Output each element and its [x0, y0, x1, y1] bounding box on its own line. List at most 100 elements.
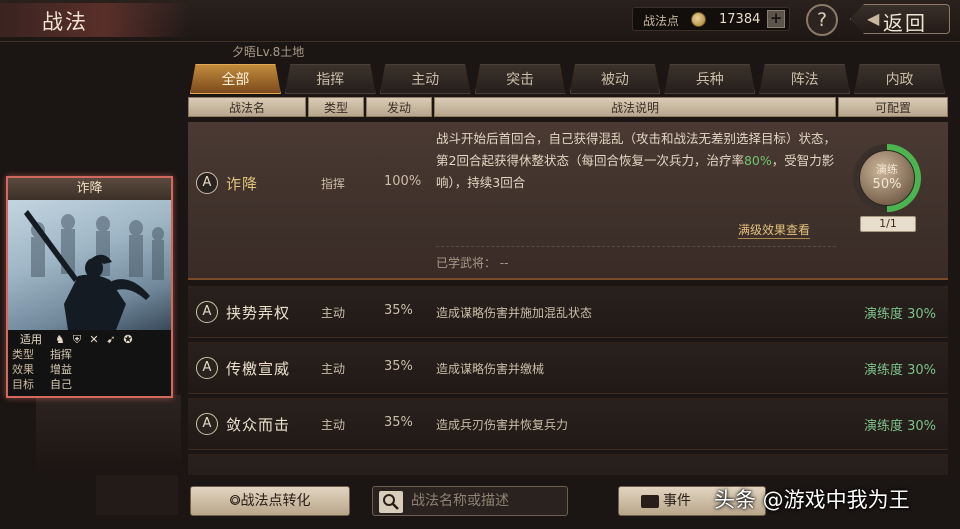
skill-row[interactable]: A 挟势弄权 主动 35% 造成谋略伤害并施加混乱状态 演练度 30%	[188, 286, 948, 338]
card-title: 诈降	[8, 178, 171, 200]
page-title: 战法	[42, 10, 88, 34]
skill-rate: 100%	[384, 174, 422, 189]
proficiency: 演练度 30%	[863, 307, 936, 322]
column-header-description: 战法说明	[434, 97, 836, 117]
effect-label: 效果	[12, 363, 34, 376]
skill-rate: 35%	[384, 303, 413, 318]
column-headers: 战法名 类型 发动 战法说明 可配置	[188, 97, 948, 117]
effect-row: 效果 增益	[12, 362, 167, 377]
skill-card[interactable]: 诈降 适用 ♞ ⛨ ✕ ➹ ✪ 类型 指挥 效果 增益 目标 自己	[6, 176, 173, 398]
skill-type: 主动	[321, 418, 346, 432]
applicable-troops-row: 适用 ♞ ⛨ ✕ ➹ ✪	[12, 332, 167, 347]
siege-icon: ✪	[123, 333, 133, 346]
training-button[interactable]: 演练 50%	[859, 150, 915, 206]
tab-troop[interactable]: 兵种	[664, 64, 756, 94]
grade-a-icon: A	[196, 413, 218, 435]
skill-type: 指挥	[321, 177, 346, 191]
skill-rate: 35%	[384, 359, 413, 374]
warrior-silhouette-image	[24, 210, 164, 330]
top-bar: 战法 战法点 17384 + ? ◀ 返回	[0, 0, 960, 42]
convert-label: 战法点转化	[240, 493, 311, 509]
skill-rate: 35%	[384, 415, 413, 430]
skill-name: 诈降	[226, 175, 259, 193]
grade-a-icon: A	[196, 301, 218, 323]
effect-value: 增益	[50, 363, 72, 376]
tab-assault[interactable]: 突击	[474, 64, 566, 94]
card-info: 适用 ♞ ⛨ ✕ ➹ ✪ 类型 指挥 效果 增益 目标 自己	[8, 330, 171, 396]
config-slot-count: 1/1	[860, 216, 916, 232]
type-label: 类型	[12, 348, 34, 361]
back-arrow-icon: ◀	[867, 9, 880, 28]
skill-list: A 诈降 指挥 100% 战斗开始后首回合，自己获得混乱（攻击和战法无差别选择目…	[188, 120, 948, 475]
skill-row-partial[interactable]	[188, 454, 948, 475]
event-label: 事件	[663, 493, 691, 509]
card-illustration	[8, 200, 171, 330]
skill-name: 敛众而击	[226, 416, 291, 434]
proficiency: 演练度 30%	[863, 419, 936, 434]
training-progress-ring[interactable]: 演练 50%	[853, 144, 921, 212]
tab-internal[interactable]: 内政	[854, 64, 945, 94]
learned-generals: 已学武将： --	[436, 254, 509, 271]
archer-icon: ✕	[89, 333, 99, 346]
territory-subtitle: 夕晤Lv.8土地	[232, 45, 305, 59]
grade-a-icon: A	[196, 172, 218, 194]
target-value: 自己	[50, 378, 72, 391]
learned-generals-label: 已学武将：	[436, 256, 497, 270]
category-tabs: 全部 指挥 主动 突击 被动 兵种 阵法 内政	[190, 64, 945, 94]
skill-points-value: 17384	[719, 12, 761, 27]
proficiency: 演练度 30%	[863, 363, 936, 378]
watermark: 头条 @游戏中我为王	[714, 488, 910, 512]
skill-name: 挟势弄权	[226, 304, 291, 322]
add-points-button[interactable]: +	[767, 10, 785, 28]
convert-icon: ⭗	[229, 493, 241, 509]
column-header-type[interactable]: 类型	[308, 97, 364, 117]
heal-rate-highlight: 80%	[743, 153, 772, 168]
training-label: 演练	[876, 163, 898, 176]
event-icon	[641, 495, 659, 508]
skill-row[interactable]: A 敛众而击 主动 35% 造成兵刃伤害并恢复兵力 演练度 30%	[188, 398, 948, 450]
card-backdrop	[36, 395, 181, 477]
type-row: 类型 指挥	[12, 347, 167, 362]
card-backdrop-lower	[96, 475, 178, 515]
applicable-label: 适用	[20, 333, 42, 346]
skill-type: 主动	[321, 362, 346, 376]
search-box[interactable]	[372, 486, 568, 516]
tab-formation[interactable]: 阵法	[759, 64, 851, 94]
skill-point-coin-icon	[691, 12, 706, 27]
tab-passive[interactable]: 被动	[569, 64, 661, 94]
divider	[436, 246, 836, 247]
cavalry-icon: ♞	[55, 333, 65, 346]
back-button[interactable]: ◀ 返回	[850, 4, 950, 34]
column-header-name[interactable]: 战法名	[188, 97, 306, 117]
back-label: 返回	[883, 11, 927, 35]
column-header-config[interactable]: 可配置	[838, 97, 948, 117]
title-plate	[0, 3, 190, 37]
skill-points-display: 战法点 17384 +	[632, 7, 790, 31]
target-label: 目标	[12, 378, 34, 391]
skill-points-label: 战法点	[643, 14, 680, 28]
search-input[interactable]	[411, 489, 561, 513]
shield-icon: ⛨	[72, 333, 82, 346]
column-header-rate[interactable]: 发动	[366, 97, 432, 117]
tab-all[interactable]: 全部	[190, 64, 281, 94]
skill-description: 造成谋略伤害并施加混乱状态	[436, 306, 593, 320]
skill-row[interactable]: A 传檄宣威 主动 35% 造成谋略伤害并缴械 演练度 30%	[188, 342, 948, 394]
type-value: 指挥	[50, 348, 72, 361]
learned-generals-value: --	[499, 256, 509, 270]
skill-description: 造成谋略伤害并缴械	[436, 362, 545, 376]
skill-description: 造成兵刃伤害并恢复兵力	[436, 418, 569, 432]
convert-skill-points-button[interactable]: ⭗战法点转化	[190, 486, 350, 516]
spear-icon: ➹	[106, 333, 116, 346]
target-row: 目标 自己	[12, 377, 167, 392]
search-icon[interactable]	[379, 491, 403, 513]
training-percent: 50%	[872, 177, 902, 192]
skill-name: 传檄宣威	[226, 360, 291, 378]
full-level-effect-link[interactable]: 满级效果查看	[738, 221, 811, 239]
skill-type: 主动	[321, 306, 346, 320]
skill-description: 战斗开始后首回合，自己获得混乱（攻击和战法无差别选择目标）状态，第2回合起获得休…	[436, 128, 836, 194]
grade-a-icon: A	[196, 357, 218, 379]
selected-skill-row[interactable]: A 诈降 指挥 100% 战斗开始后首回合，自己获得混乱（攻击和战法无差别选择目…	[188, 122, 948, 280]
tab-active[interactable]: 主动	[379, 64, 471, 94]
tab-command[interactable]: 指挥	[284, 64, 376, 94]
help-button[interactable]: ?	[806, 4, 838, 36]
